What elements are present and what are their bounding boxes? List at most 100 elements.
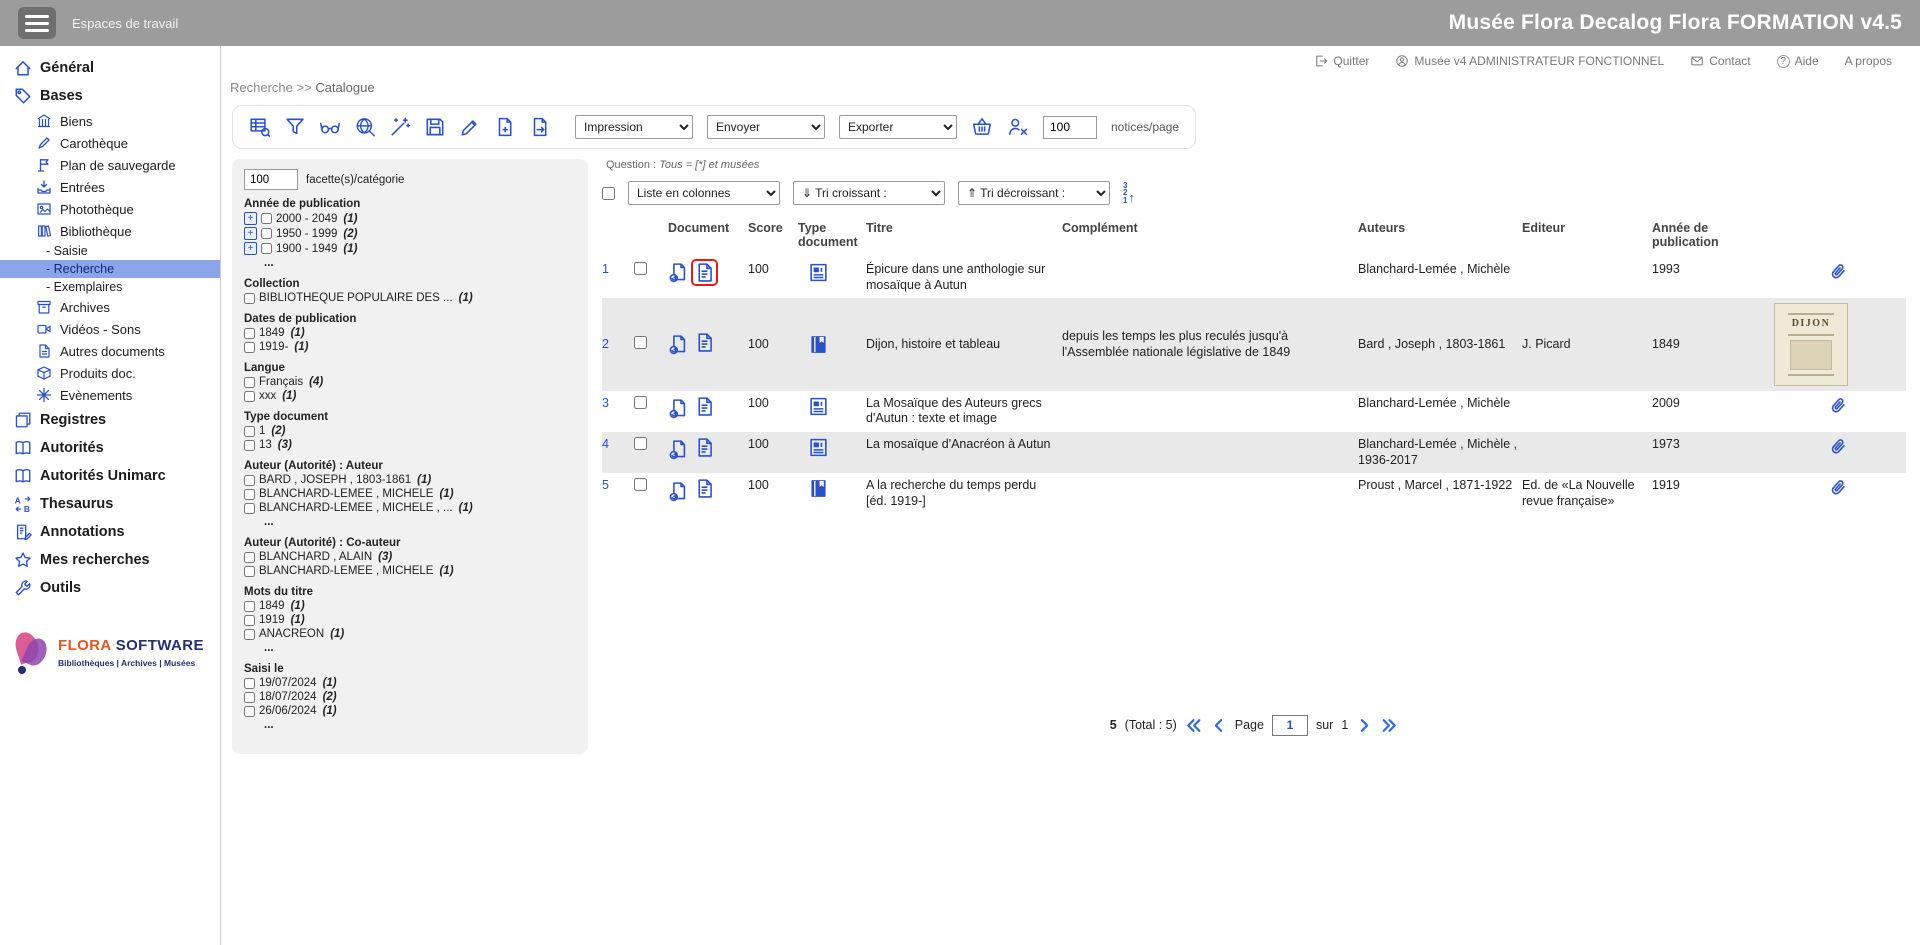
sidebar-item-plan-de-sauvegarde[interactable]: Plan de sauvegarde [0, 154, 220, 176]
facet-checkbox[interactable] [244, 328, 255, 339]
record-detail-button[interactable] [694, 332, 715, 353]
facet-label[interactable]: 2000 - 2049 [276, 213, 337, 225]
sidebar-item-autorites[interactable]: Autorités [0, 434, 220, 462]
sidebar-item-annotations[interactable]: Annotations [0, 518, 220, 546]
send-select[interactable]: Envoyer [707, 115, 825, 139]
sidebar-item-general[interactable]: Général [0, 54, 220, 82]
attachment-button[interactable] [1828, 437, 1848, 457]
facet-label[interactable]: 18/07/2024 [259, 691, 317, 703]
notices-per-page-input[interactable] [1043, 116, 1097, 139]
sidebar-item-evenements[interactable]: Evènements [0, 384, 220, 406]
sidebar-item-recherche[interactable]: - Recherche [0, 260, 220, 278]
facet-label[interactable]: 1 [259, 425, 265, 437]
facet-checkbox[interactable] [244, 377, 255, 388]
sort-desc-select[interactable]: ⇑ Tri décroissant : [958, 181, 1110, 205]
sidebar-item-phototheque[interactable]: Photothèque [0, 198, 220, 220]
workspace-label[interactable]: Espaces de travail [72, 16, 178, 31]
attachment-button[interactable] [1828, 478, 1848, 498]
sidebar-item-outils[interactable]: Outils [0, 574, 220, 602]
sidebar-item-produits-doc[interactable]: Produits doc. [0, 362, 220, 384]
open-record-button[interactable] [668, 334, 689, 355]
filter-button[interactable] [284, 116, 306, 138]
wand-button[interactable] [389, 116, 411, 138]
facet-checkbox[interactable] [244, 615, 255, 626]
next-page-icon[interactable] [1356, 717, 1373, 734]
facet-label[interactable]: 19/07/2024 [259, 677, 317, 689]
sidebar-item-biens[interactable]: Biens [0, 110, 220, 132]
facet-expand-button[interactable]: + [244, 212, 257, 225]
facet-label[interactable]: xxx [259, 390, 276, 402]
facet-checkbox[interactable] [244, 475, 255, 486]
sort-asc-select[interactable]: ⇓ Tri croissant : [793, 181, 945, 205]
sidebar-item-bibliotheque[interactable]: Bibliothèque [0, 220, 220, 242]
basket-button[interactable] [971, 116, 993, 138]
row-checkbox[interactable] [634, 478, 647, 491]
facet-checkbox[interactable] [244, 440, 255, 451]
sidebar-item-saisie[interactable]: - Saisie [0, 242, 220, 260]
about-link[interactable]: A propos [1845, 54, 1892, 68]
glasses-button[interactable] [319, 116, 341, 138]
facet-expand-button[interactable]: + [244, 227, 257, 240]
open-record-button[interactable] [668, 398, 689, 419]
facet-more[interactable]: ... [264, 642, 576, 654]
facet-label[interactable]: 1900 - 1949 [276, 243, 337, 255]
facet-checkbox[interactable] [244, 566, 255, 577]
attachment-button[interactable] [1828, 396, 1848, 416]
sidebar-item-videos-sons[interactable]: Vidéos - Sons [0, 318, 220, 340]
sidebar-item-registres[interactable]: Registres [0, 406, 220, 434]
facet-label[interactable]: BLANCHARD , ALAIN [259, 551, 372, 563]
open-record-button[interactable] [668, 439, 689, 460]
menu-icon[interactable] [18, 7, 56, 39]
facet-checkbox[interactable] [244, 489, 255, 500]
row-checkbox[interactable] [634, 262, 647, 275]
facet-count-input[interactable] [244, 169, 298, 190]
edit-button[interactable] [459, 116, 481, 138]
row-number-link[interactable]: 2 [602, 337, 630, 353]
facet-label[interactable]: 1950 - 1999 [276, 228, 337, 240]
open-record-button[interactable] [668, 262, 689, 283]
facet-checkbox[interactable] [261, 243, 272, 254]
facet-label[interactable]: 13 [259, 439, 272, 451]
facet-more[interactable]: ... [264, 257, 576, 269]
facet-label[interactable]: BARD , JOSEPH , 1803-1861 [259, 474, 411, 486]
record-detail-button[interactable] [694, 478, 715, 499]
attachment-button[interactable] [1828, 262, 1848, 282]
open-record-button[interactable] [668, 481, 689, 502]
help-link[interactable]: ?Aide [1777, 54, 1819, 68]
row-number-link[interactable]: 5 [602, 478, 630, 494]
facet-checkbox[interactable] [261, 228, 272, 239]
new-record-button[interactable] [494, 116, 516, 138]
previous-page-icon[interactable] [1210, 717, 1227, 734]
list-search-button[interactable] [249, 116, 271, 138]
sidebar-item-autres-documents[interactable]: Autres documents [0, 340, 220, 362]
facet-checkbox[interactable] [244, 293, 255, 304]
facet-checkbox[interactable] [244, 678, 255, 689]
row-number-link[interactable]: 4 [602, 437, 630, 453]
first-page-icon[interactable] [1185, 717, 1202, 734]
row-number-link[interactable]: 1 [602, 262, 630, 278]
cover-thumbnail[interactable]: DIJON [1774, 303, 1848, 386]
facet-checkbox[interactable] [244, 342, 255, 353]
sidebar-item-thesaurus[interactable]: Thesaurus [0, 490, 220, 518]
page-input[interactable] [1272, 715, 1308, 736]
row-number-link[interactable]: 3 [602, 396, 630, 412]
user-menu[interactable]: Musée v4 ADMINISTRATEUR FONCTIONNEL [1395, 54, 1664, 68]
facet-checkbox[interactable] [244, 692, 255, 703]
facet-expand-button[interactable]: + [244, 242, 257, 255]
web-search-button[interactable] [354, 116, 376, 138]
row-checkbox[interactable] [634, 437, 647, 450]
sidebar-item-exemplaires[interactable]: - Exemplaires [0, 278, 220, 296]
facet-label[interactable]: ANACREON [259, 628, 324, 640]
export-select[interactable]: Exporter [839, 115, 957, 139]
row-checkbox[interactable] [634, 336, 647, 349]
facet-label[interactable]: 1919- [259, 341, 288, 353]
facet-checkbox[interactable] [244, 601, 255, 612]
breadcrumb-section[interactable]: Recherche [230, 80, 293, 95]
facet-label[interactable]: 1849 [259, 327, 285, 339]
facet-label[interactable]: BLANCHARD-LEMEE , MICHELE [259, 565, 433, 577]
facet-checkbox[interactable] [244, 706, 255, 717]
facet-checkbox[interactable] [244, 391, 255, 402]
record-detail-button[interactable] [694, 437, 715, 458]
facet-more[interactable]: ... [264, 719, 576, 731]
facet-checkbox[interactable] [261, 213, 272, 224]
